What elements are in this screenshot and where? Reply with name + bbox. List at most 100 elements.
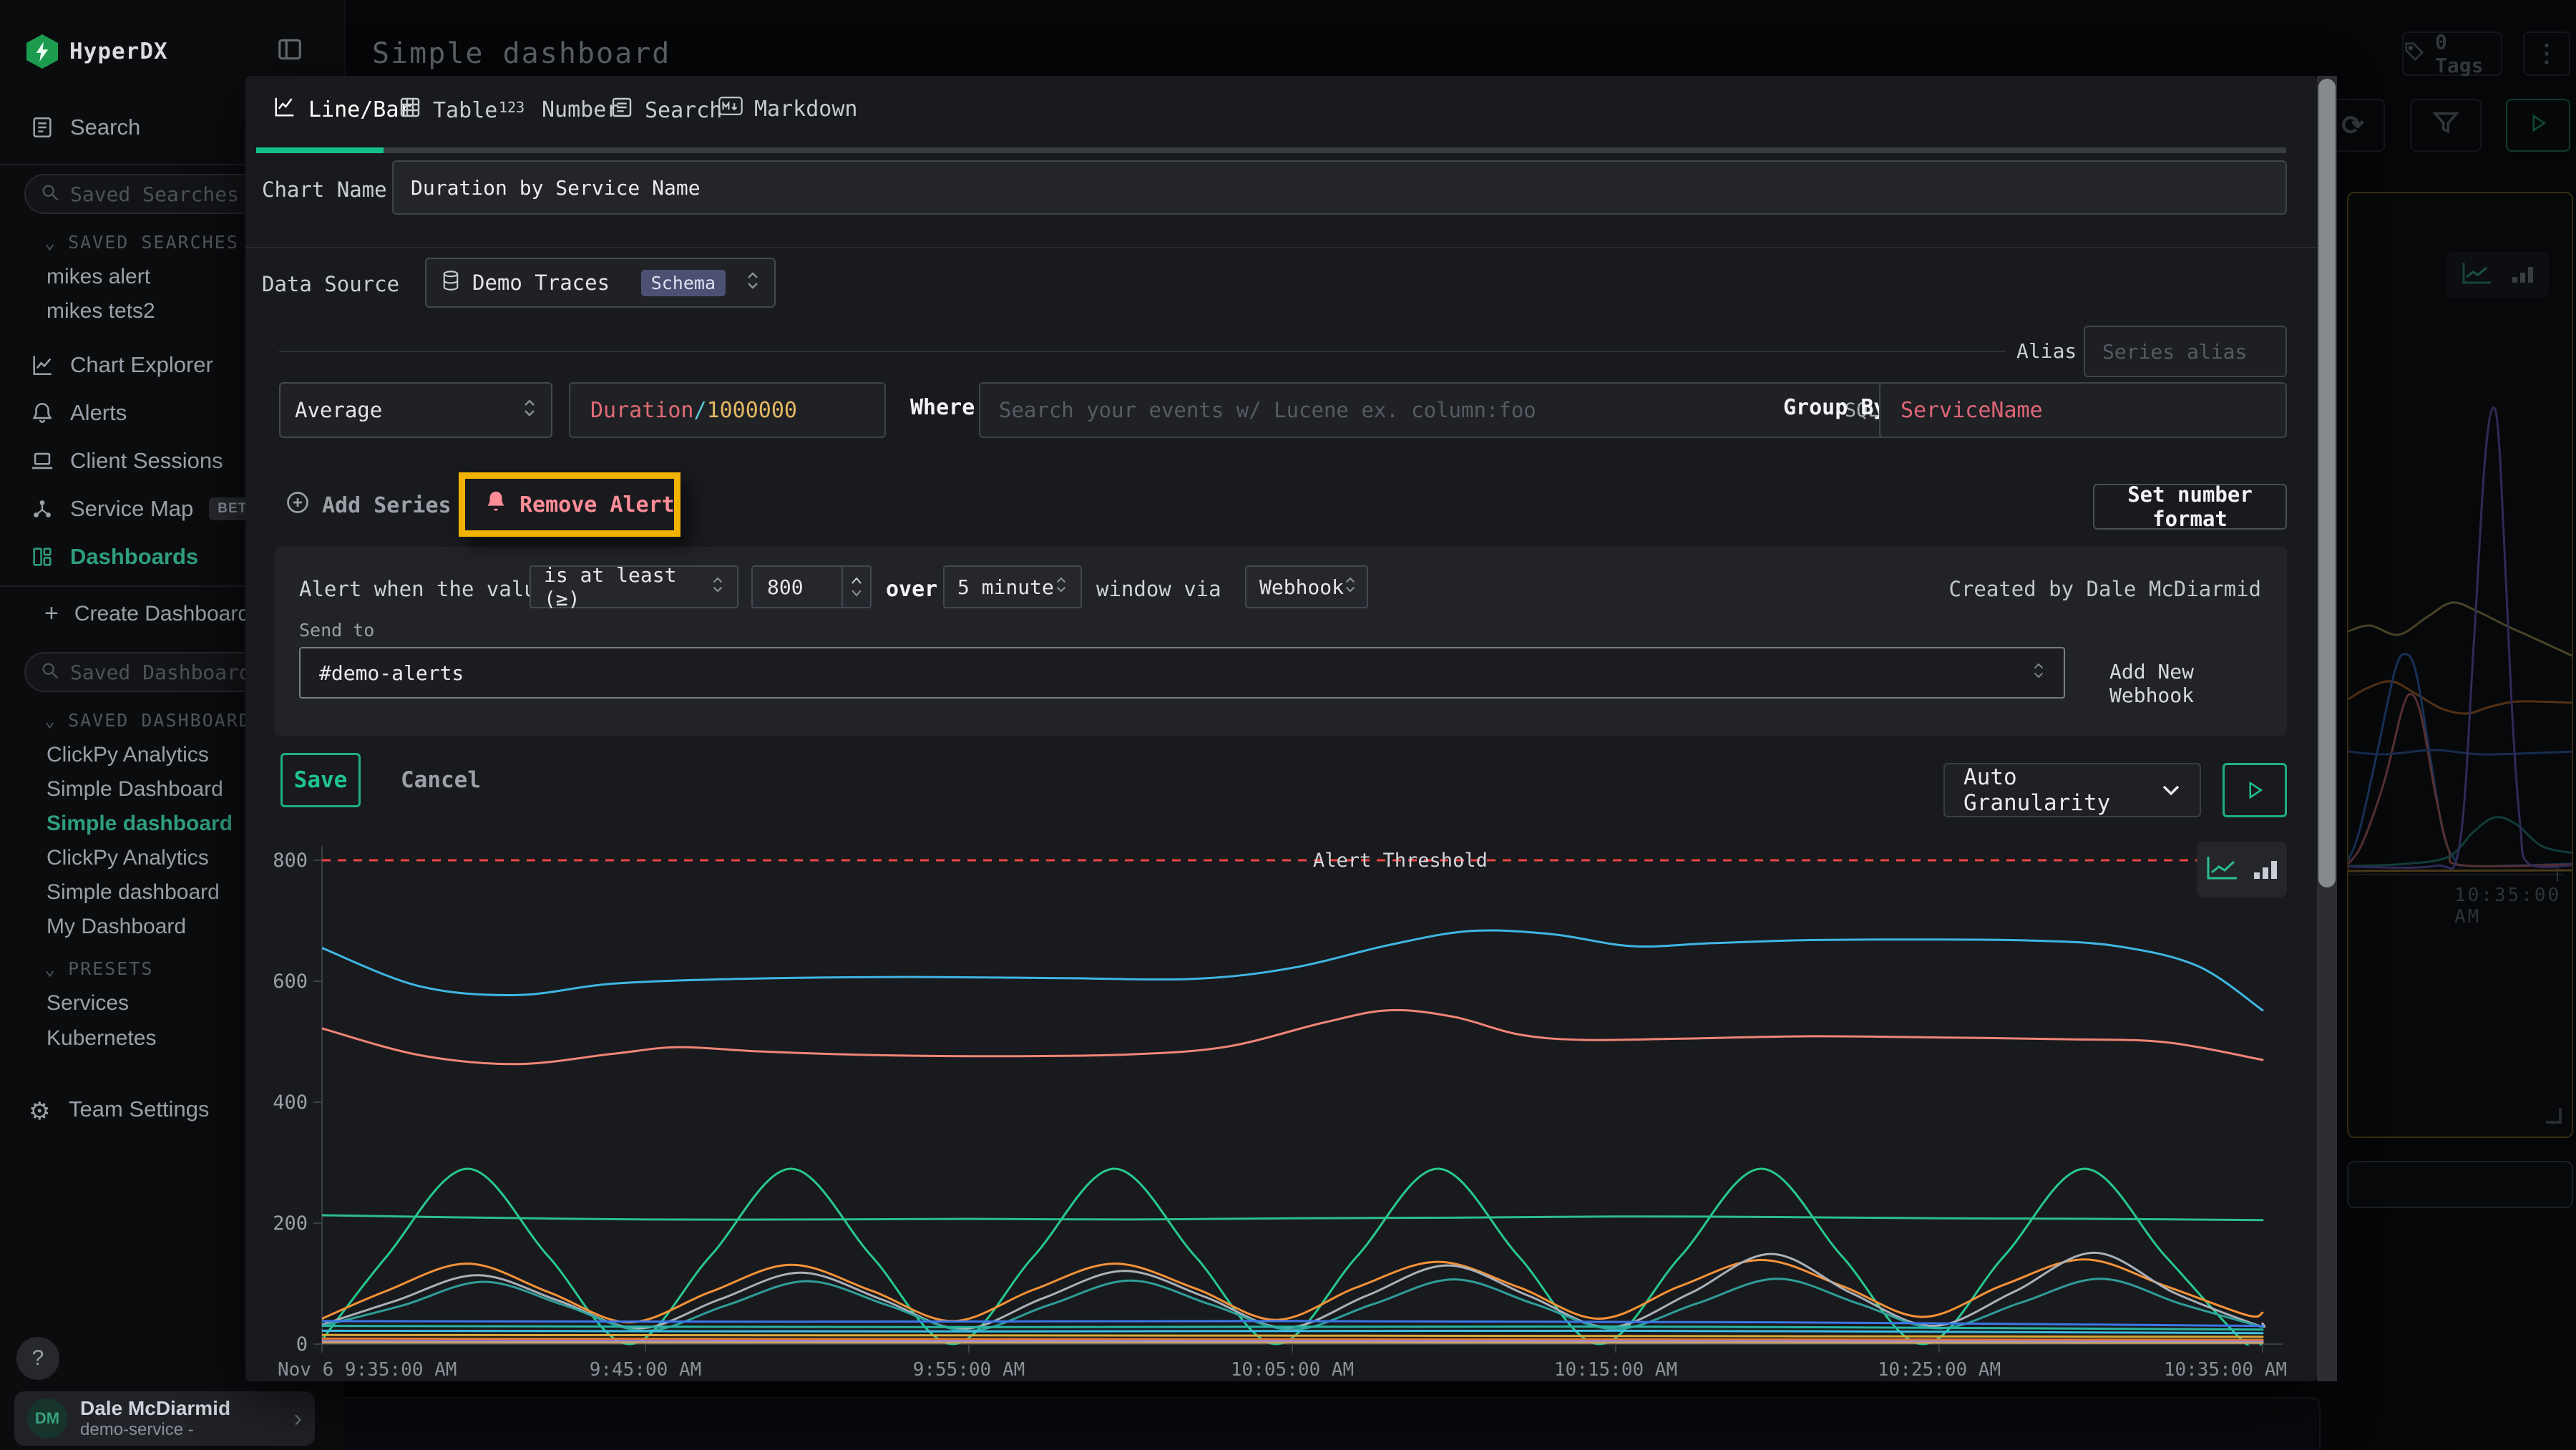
data-source-select[interactable]: Demo Traces Schema <box>425 258 776 308</box>
sidebar-item-service-map[interactable]: Service MapBETA <box>30 496 265 522</box>
data-source-label: Data Source <box>262 272 399 296</box>
active-tab-indicator <box>256 147 384 153</box>
avatar: DM <box>27 1398 67 1439</box>
sidebar-item-dashboards[interactable]: Dashboards <box>30 544 198 570</box>
field-name: Duration <box>590 398 694 423</box>
chevron-down-icon: ⌄ <box>44 232 57 253</box>
saved-dashboard-item[interactable]: Simple dashboard <box>47 812 233 836</box>
chevron-down-icon: ⌄ <box>44 710 57 731</box>
alert-channel-select[interactable]: Webhook <box>1245 565 1368 608</box>
add-new-webhook-link[interactable]: Add New Webhook <box>2109 660 2287 707</box>
lucene-search-input[interactable] <box>999 398 1845 422</box>
data-source-value: Demo Traces <box>472 271 610 295</box>
presets-section[interactable]: ⌄ PRESETS <box>44 958 153 979</box>
sidebar-item-alerts[interactable]: Alerts <box>30 400 127 426</box>
created-by: Created by Dale McDiarmid <box>1949 577 2262 601</box>
send-to-label: Send to <box>299 620 374 641</box>
alias-input[interactable] <box>2084 326 2287 377</box>
svg-text:10:25:00 AM: 10:25:00 AM <box>1878 1359 2001 1378</box>
brand-name: HyperDX <box>69 39 168 64</box>
sidebar-item-label: Search <box>70 115 140 140</box>
svg-text:600: 600 <box>273 970 308 993</box>
number-spinner[interactable] <box>841 567 870 607</box>
help-button[interactable]: ? <box>16 1337 59 1380</box>
granularity-select[interactable]: Auto Granularity <box>1943 763 2201 817</box>
svg-text:400: 400 <box>273 1091 308 1114</box>
tab-search[interactable]: Search <box>610 96 722 125</box>
sidebar-collapse-icon[interactable] <box>276 36 305 64</box>
field-expression-input[interactable]: Duration/1000000 <box>569 382 886 438</box>
nodes-icon <box>30 497 54 521</box>
over-label: over <box>886 577 937 602</box>
modal-scrollbar[interactable] <box>2317 76 2337 1381</box>
sidebar-item-chart-explorer[interactable]: Chart Explorer <box>30 352 213 378</box>
plus-icon: + <box>44 600 59 628</box>
preset-item-kubernetes[interactable]: Kubernetes <box>47 1026 156 1051</box>
user-card[interactable]: DM Dale McDiarmid demo-service - › <box>14 1391 315 1446</box>
select-chevrons-icon <box>1055 575 1068 600</box>
preview-run-button[interactable] <box>2223 763 2287 817</box>
preview-chart: 0200400600800Nov 6 9:35:00 AM9:45:00 AM9… <box>272 820 2318 1378</box>
sidebar-item-client-sessions[interactable]: Client Sessions <box>30 448 223 474</box>
bell-icon <box>30 401 54 425</box>
chart-name-input[interactable] <box>392 160 2287 215</box>
saved-dashboards-section[interactable]: ⌄ SAVED DASHBOARDS <box>44 710 263 731</box>
table-tab-icon <box>399 96 421 125</box>
app-logo[interactable]: HyperDX <box>26 34 168 69</box>
svg-text:Alert Threshold: Alert Threshold <box>1313 850 1488 872</box>
create-dashboard-button[interactable]: + Create Dashboard <box>44 600 250 628</box>
set-number-format-button[interactable]: Set number format <box>2093 484 2287 530</box>
select-chevrons-icon <box>1344 575 1357 600</box>
chevron-right-icon: › <box>294 1405 302 1433</box>
select-chevrons-icon <box>746 270 760 296</box>
tab-number[interactable]: 123Number <box>499 96 619 123</box>
hyperdx-logo-icon <box>26 34 58 69</box>
cancel-button[interactable]: Cancel <box>401 767 481 793</box>
modal-divider <box>245 247 2317 248</box>
alert-config-panel: Alert when the value is at least (≥) 800… <box>275 547 2287 736</box>
aggregation-value: Average <box>295 398 382 422</box>
saved-dashboard-item[interactable]: My Dashboard <box>47 915 186 939</box>
aggregation-select[interactable]: Average <box>279 382 552 438</box>
tab-line-bar[interactable]: Line/Bar <box>273 96 412 123</box>
tab-markdown[interactable]: Markdown <box>718 96 858 122</box>
annotation-highlight-box <box>459 472 680 537</box>
svg-text:10:15:00 AM: 10:15:00 AM <box>1554 1359 1677 1378</box>
saved-search-item[interactable]: mikes alert <box>47 265 150 289</box>
operator: / <box>694 398 707 423</box>
group-by-label: Group By <box>1783 395 1887 420</box>
svg-text:10:05:00 AM: 10:05:00 AM <box>1231 1359 1354 1378</box>
tab-table[interactable]: Table <box>399 96 497 125</box>
saved-dashboard-item[interactable]: ClickPy Analytics <box>47 743 209 767</box>
alert-threshold-input[interactable]: 800 <box>751 565 872 608</box>
sidebar-item-search[interactable]: Search <box>30 115 140 140</box>
edit-chart-modal: Line/BarTable123NumberSearchMarkdown Cha… <box>245 76 2317 1381</box>
alias-label: Alias <box>2016 339 2077 363</box>
alert-window-select[interactable]: 5 minute <box>943 565 1082 608</box>
svg-text:9:55:00 AM: 9:55:00 AM <box>913 1359 1025 1378</box>
scrollbar-thumb[interactable] <box>2318 79 2336 887</box>
tab-underline <box>256 147 2286 153</box>
list-tab-icon <box>610 96 633 125</box>
window-via-label: window via <box>1096 577 1221 601</box>
save-button[interactable]: Save <box>280 753 361 807</box>
saved-searches-section[interactable]: ⌄ SAVED SEARCHES <box>44 232 239 253</box>
alias-divider <box>279 351 2006 352</box>
bar-chart-icon <box>2253 855 2278 884</box>
saved-dashboard-item[interactable]: Simple Dashboard <box>47 777 223 802</box>
saved-dashboard-item[interactable]: Simple dashboard <box>47 880 220 905</box>
svg-text:200: 200 <box>273 1212 308 1235</box>
add-series-button[interactable]: Add Series <box>285 490 452 521</box>
line-chart-icon <box>2205 855 2238 884</box>
saved-search-item[interactable]: mikes tets2 <box>47 299 155 323</box>
alert-condition-select[interactable]: is at least (≥) <box>530 565 738 608</box>
sidebar-item-team-settings[interactable]: ⚙ Team Settings <box>29 1096 209 1122</box>
saved-dashboard-item[interactable]: ClickPy Analytics <box>47 846 209 870</box>
magnifier-icon <box>40 661 60 683</box>
chart-type-toggle[interactable] <box>2197 842 2287 897</box>
preset-item-services[interactable]: Services <box>47 991 129 1016</box>
send-to-select[interactable]: #demo-alerts <box>299 647 2065 699</box>
group-by-input[interactable]: ServiceName <box>1879 382 2287 438</box>
svg-text:10:35:00 AM: 10:35:00 AM <box>2164 1359 2287 1378</box>
123-tab-icon: 123 <box>499 96 530 123</box>
